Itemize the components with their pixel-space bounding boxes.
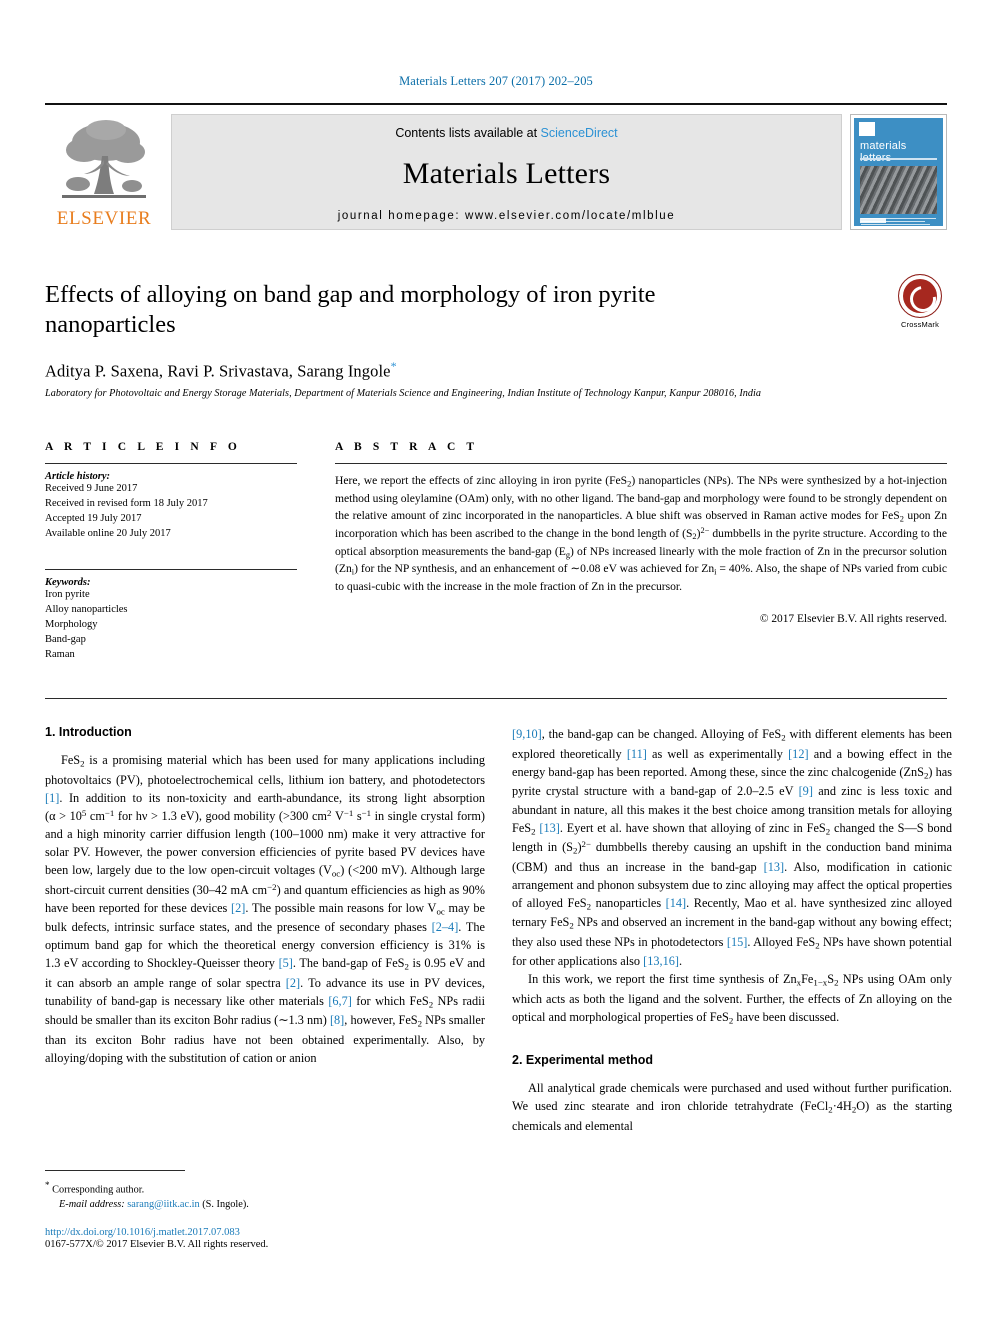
abstract-heading: A B S T R A C T bbox=[335, 441, 479, 454]
author-list: Aditya P. Saxena, Ravi P. Srivastava, Sa… bbox=[45, 359, 947, 382]
elsevier-logo: ELSEVIER bbox=[45, 114, 163, 228]
citation-ref[interactable]: [14] bbox=[666, 896, 687, 910]
corresponding-author-note: * Corresponding author. bbox=[45, 1179, 485, 1198]
section-heading-experimental: 2. Experimental method bbox=[512, 1053, 654, 1068]
cover-title: materials letters bbox=[860, 140, 907, 164]
issn-copyright: 0167-577X/© 2017 Elsevier B.V. All right… bbox=[45, 1239, 269, 1251]
email-link[interactable]: sarang@iitk.ac.in bbox=[127, 1199, 199, 1210]
contents-available-line: Contents lists available at ScienceDirec… bbox=[395, 126, 617, 140]
section-heading-introduction: 1. Introduction bbox=[45, 725, 132, 740]
info-abstract-region: A R T I C L E I N F O Article history: R… bbox=[45, 441, 947, 662]
citation-ref[interactable]: [2] bbox=[231, 901, 245, 915]
elsevier-tree-icon bbox=[54, 116, 154, 208]
corresponding-author-text: Corresponding author. bbox=[52, 1184, 145, 1196]
article-history-list: Received 9 June 2017 Received in revised… bbox=[45, 482, 297, 542]
article-history-label: Article history: bbox=[45, 471, 111, 483]
running-head: Materials Letters 207 (2017) 202–205 bbox=[399, 74, 593, 88]
citation-ref[interactable]: [13,16] bbox=[643, 954, 679, 968]
history-item: Accepted 19 July 2017 bbox=[45, 513, 142, 525]
article-info-column: A R T I C L E I N F O Article history: R… bbox=[45, 441, 297, 662]
section-divider bbox=[45, 698, 947, 700]
email-owner: (S. Ingole). bbox=[202, 1199, 249, 1211]
citation-ref[interactable]: [6,7] bbox=[328, 994, 352, 1008]
author-names: Aditya P. Saxena, Ravi P. Srivastava, Sa… bbox=[45, 361, 391, 381]
citation-ref[interactable]: [8] bbox=[330, 1013, 344, 1027]
journal-title: Materials Letters bbox=[402, 157, 611, 190]
citation-ref[interactable]: [15] bbox=[727, 935, 748, 949]
title-block: Effects of alloying on band gap and morp… bbox=[45, 274, 947, 400]
keywords-list: Iron pyrite Alloy nanoparticles Morpholo… bbox=[45, 588, 297, 663]
crossmark-icon bbox=[898, 274, 942, 318]
email-note: E-mail address: sarang@iitk.ac.in (S. In… bbox=[45, 1198, 485, 1213]
journal-banner: Contents lists available at ScienceDirec… bbox=[171, 114, 842, 230]
crossmark-badge[interactable]: CrossMark bbox=[893, 274, 947, 329]
citation-ref[interactable]: [5] bbox=[279, 956, 293, 970]
cover-publisher-icon bbox=[859, 122, 875, 136]
history-item: Received in revised form 18 July 2017 bbox=[45, 498, 208, 510]
sciencedirect-link[interactable]: ScienceDirect bbox=[541, 126, 618, 140]
keyword-item: Alloy nanoparticles bbox=[45, 603, 128, 615]
cover-micrograph-image bbox=[860, 166, 937, 214]
article-info-heading: A R T I C L E I N F O bbox=[45, 441, 241, 454]
keywords-block: Keywords: Iron pyrite Alloy nanoparticle… bbox=[45, 562, 297, 663]
contents-prefix: Contents lists available at bbox=[395, 126, 541, 140]
asterisk-icon: * bbox=[45, 1180, 50, 1190]
body-column-left: 1. Introduction FeS2 is a promising mate… bbox=[45, 725, 485, 1134]
elsevier-wordmark: ELSEVIER bbox=[56, 208, 152, 229]
corresponding-author-marker: * bbox=[390, 358, 397, 373]
article-body: 1. Introduction FeS2 is a promising mate… bbox=[45, 725, 952, 1134]
email-label: E-mail address: bbox=[59, 1199, 125, 1211]
journal-homepage-link[interactable]: journal homepage: www.elsevier.com/locat… bbox=[338, 210, 676, 222]
abstract-column: A B S T R A C T Here, we report the effe… bbox=[335, 441, 947, 662]
journal-masthead: ELSEVIER Contents lists available at Sci… bbox=[45, 103, 947, 240]
footnote-block: * Corresponding author. E-mail address: … bbox=[45, 1170, 485, 1250]
abstract-copyright: © 2017 Elsevier B.V. All rights reserved… bbox=[759, 612, 947, 625]
paper-page: Materials Letters 207 (2017) 202–205 ELS… bbox=[0, 0, 992, 1323]
intro-paragraph-1: FeS2 is a promising material which has b… bbox=[45, 753, 485, 1065]
citation-ref[interactable]: [1] bbox=[45, 791, 59, 805]
info-divider-mid bbox=[45, 568, 297, 570]
keyword-item: Raman bbox=[45, 648, 75, 660]
citation-ref[interactable]: [9] bbox=[799, 784, 813, 798]
abstract-text: Here, we report the effects of zinc allo… bbox=[335, 474, 948, 593]
keyword-item: Morphology bbox=[45, 618, 98, 630]
intro-paragraph-3: In this work, we report the first time s… bbox=[512, 972, 953, 1026]
citation-ref[interactable]: [13] bbox=[539, 821, 560, 835]
intro-paragraph-2: [9,10], the band-gap can be changed. All… bbox=[512, 727, 953, 969]
cover-divider bbox=[860, 158, 937, 160]
body-column-right: [9,10], the band-gap can be changed. All… bbox=[512, 725, 952, 1134]
page-title: Effects of alloying on band gap and morp… bbox=[45, 281, 656, 338]
footnote-divider bbox=[45, 1170, 185, 1171]
experimental-paragraph-1: All analytical grade chemicals were purc… bbox=[512, 1081, 952, 1133]
citation-ref[interactable]: [12] bbox=[788, 747, 809, 761]
citation-ref[interactable]: [9,10] bbox=[512, 727, 542, 741]
citation-ref[interactable]: [2–4] bbox=[432, 920, 459, 934]
citation-ref[interactable]: [11] bbox=[627, 747, 647, 761]
article-history-block: Article history: Received 9 June 2017 Re… bbox=[45, 464, 297, 542]
citation-ref[interactable]: [2] bbox=[286, 976, 300, 990]
keywords-label: Keywords: bbox=[45, 576, 91, 588]
affiliation: Laboratory for Photovoltaic and Energy S… bbox=[45, 388, 762, 400]
keyword-item: Iron pyrite bbox=[45, 588, 90, 600]
citation-ref[interactable]: [13] bbox=[764, 860, 785, 874]
keyword-item: Band-gap bbox=[45, 633, 86, 645]
doi-link[interactable]: http://dx.doi.org/10.1016/j.matlet.2017.… bbox=[45, 1227, 485, 1238]
history-item: Received 9 June 2017 bbox=[45, 483, 138, 495]
cover-footer-mark bbox=[860, 218, 886, 223]
journal-cover-thumbnail: materials letters bbox=[850, 114, 947, 230]
crossmark-label: CrossMark bbox=[900, 320, 940, 329]
history-item: Available online 20 July 2017 bbox=[45, 527, 171, 539]
